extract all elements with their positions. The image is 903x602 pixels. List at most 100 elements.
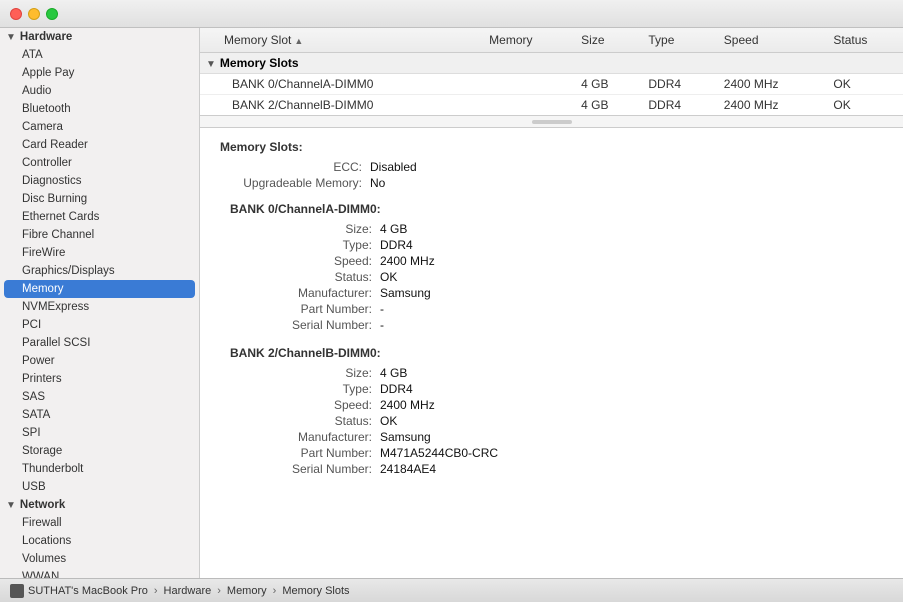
sidebar-item-audio[interactable]: Audio: [0, 82, 199, 100]
cell-type: DDR4: [640, 74, 715, 95]
section-label: Hardware: [20, 31, 72, 43]
bank-field-label: Size:: [230, 222, 380, 236]
sidebar-item-card-reader[interactable]: Card Reader: [0, 136, 199, 154]
maximize-button[interactable]: [46, 8, 58, 20]
status-icon: [10, 584, 24, 598]
col-header-memory-slot[interactable]: Memory Slot▲: [200, 28, 481, 53]
bank-info-row: Part Number:-: [230, 302, 883, 316]
sidebar-item-usb[interactable]: USB: [0, 478, 199, 496]
chevron-icon: ▼: [6, 32, 16, 43]
cell-type: DDR4: [640, 95, 715, 116]
sidebar-item-sas[interactable]: SAS: [0, 388, 199, 406]
sidebar-item-disc-burning[interactable]: Disc Burning: [0, 190, 199, 208]
breadcrumb-separator: ›: [154, 585, 158, 597]
sidebar-item-diagnostics[interactable]: Diagnostics: [0, 172, 199, 190]
chevron-icon: ▼: [6, 500, 16, 511]
col-header-memory[interactable]: Memory: [481, 28, 573, 53]
breadcrumb-item-2: Memory: [227, 585, 267, 597]
sidebar-item-spi[interactable]: SPI: [0, 424, 199, 442]
bank-field-value: -: [380, 318, 384, 332]
title-bar: [0, 0, 903, 28]
bank-info-grid: Size:4 GB Type:DDR4 Speed:2400 MHz Status:O…: [220, 366, 883, 476]
breadcrumb-item-1: Hardware: [164, 585, 212, 597]
sidebar-item-fibre-channel[interactable]: Fibre Channel: [0, 226, 199, 244]
sidebar-section-hardware[interactable]: ▼ Hardware: [0, 28, 199, 46]
bank-info-row: Speed:2400 MHz: [230, 398, 883, 412]
sidebar-item-volumes[interactable]: Volumes: [0, 550, 199, 568]
sidebar-item-locations[interactable]: Locations: [0, 532, 199, 550]
bank-info-row: Status:OK: [230, 414, 883, 428]
bank-field-value: OK: [380, 414, 397, 428]
sidebar-item-bluetooth[interactable]: Bluetooth: [0, 100, 199, 118]
bank-field-label: Size:: [230, 366, 380, 380]
bank-section: BANK 0/ChannelA-DIMM0:Size:4 GBType:DDR4…: [220, 202, 883, 332]
traffic-lights: [10, 8, 58, 20]
table-group-row[interactable]: ▼Memory Slots: [200, 53, 903, 74]
sidebar-item-storage[interactable]: Storage: [0, 442, 199, 460]
cell-size: 4 GB: [573, 74, 640, 95]
bank-field-label: Part Number:: [230, 302, 380, 316]
cell-size: 4 GB: [573, 95, 640, 116]
sidebar-item-pci[interactable]: PCI: [0, 316, 199, 334]
cell-status: OK: [825, 74, 903, 95]
sidebar-item-wwan[interactable]: WWAN: [0, 568, 199, 578]
bank-field-value: Samsung: [380, 430, 431, 444]
sidebar-item-ethernet-cards[interactable]: Ethernet Cards: [0, 208, 199, 226]
table-row[interactable]: BANK 2/ChannelB-DIMM0 4 GBDDR42400 MHzOK: [200, 95, 903, 116]
sidebar-item-camera[interactable]: Camera: [0, 118, 199, 136]
sidebar-item-ata[interactable]: ATA: [0, 46, 199, 64]
bank-info-row: Size:4 GB: [230, 366, 883, 380]
bank-info-row: Type:DDR4: [230, 382, 883, 396]
bank-field-label: Part Number:: [230, 446, 380, 460]
bank-field-value: 4 GB: [380, 222, 407, 236]
info-value: No: [370, 176, 385, 190]
scroll-indicator: [200, 116, 903, 128]
content-area: Memory Slot▲MemorySizeTypeSpeedStatus ▼M…: [200, 28, 903, 578]
cell-status: OK: [825, 95, 903, 116]
sidebar-item-printers[interactable]: Printers: [0, 370, 199, 388]
close-button[interactable]: [10, 8, 22, 20]
col-header-type[interactable]: Type: [640, 28, 715, 53]
memory-table: Memory Slot▲MemorySizeTypeSpeedStatus ▼M…: [200, 28, 903, 115]
bank-field-label: Type:: [230, 382, 380, 396]
sidebar-item-apple-pay[interactable]: Apple Pay: [0, 64, 199, 82]
sidebar-item-firewall[interactable]: Firewall: [0, 514, 199, 532]
info-value: Disabled: [370, 160, 417, 174]
col-header-status[interactable]: Status: [825, 28, 903, 53]
cell-speed: 2400 MHz: [716, 74, 826, 95]
main-container: ▼ Hardware ATAApple PayAudioBluetoothCamer…: [0, 28, 903, 578]
minimize-button[interactable]: [28, 8, 40, 20]
cell-memory-slot: BANK 2/ChannelB-DIMM0: [200, 95, 481, 116]
bank-info-row: Size:4 GB: [230, 222, 883, 236]
info-label: ECC:: [220, 160, 370, 174]
bank-field-value: OK: [380, 270, 397, 284]
bank-field-value: 24184AE4: [380, 462, 436, 476]
sidebar-item-nvmexpress[interactable]: NVMExpress: [0, 298, 199, 316]
bank-field-value: DDR4: [380, 238, 413, 252]
sidebar-item-memory[interactable]: Memory: [4, 280, 195, 298]
bank-field-label: Manufacturer:: [230, 430, 380, 444]
sidebar-item-power[interactable]: Power: [0, 352, 199, 370]
sidebar-section-network[interactable]: ▼Network: [0, 496, 199, 514]
sidebar: ▼ Hardware ATAApple PayAudioBluetoothCamer…: [0, 28, 200, 578]
sidebar-item-firewire[interactable]: FireWire: [0, 244, 199, 262]
col-header-size[interactable]: Size: [573, 28, 640, 53]
bank-field-label: Serial Number:: [230, 318, 380, 332]
sidebar-item-thunderbolt[interactable]: Thunderbolt: [0, 460, 199, 478]
bank-info-row: Manufacturer:Samsung: [230, 286, 883, 300]
sidebar-item-parallel-scsi[interactable]: Parallel SCSI: [0, 334, 199, 352]
bank-info-row: Status:OK: [230, 270, 883, 284]
bank-info-row: Part Number:M471A5244CB0-CRC: [230, 446, 883, 460]
group-chevron-icon: ▼: [206, 59, 216, 70]
bank-section: BANK 2/ChannelB-DIMM0:Size:4 GBType:DDR4…: [220, 346, 883, 476]
cell-speed: 2400 MHz: [716, 95, 826, 116]
info-row: ECC:Disabled: [220, 160, 883, 174]
bank-info-row: Serial Number:24184AE4: [230, 462, 883, 476]
bank-field-value: M471A5244CB0-CRC: [380, 446, 498, 460]
breadcrumb-separator: ›: [217, 585, 221, 597]
col-header-speed[interactable]: Speed: [716, 28, 826, 53]
table-row[interactable]: BANK 0/ChannelA-DIMM04 GBDDR42400 MHzOK: [200, 74, 903, 95]
sidebar-item-graphics-displays[interactable]: Graphics/Displays: [0, 262, 199, 280]
sidebar-item-controller[interactable]: Controller: [0, 154, 199, 172]
sidebar-item-sata[interactable]: SATA: [0, 406, 199, 424]
